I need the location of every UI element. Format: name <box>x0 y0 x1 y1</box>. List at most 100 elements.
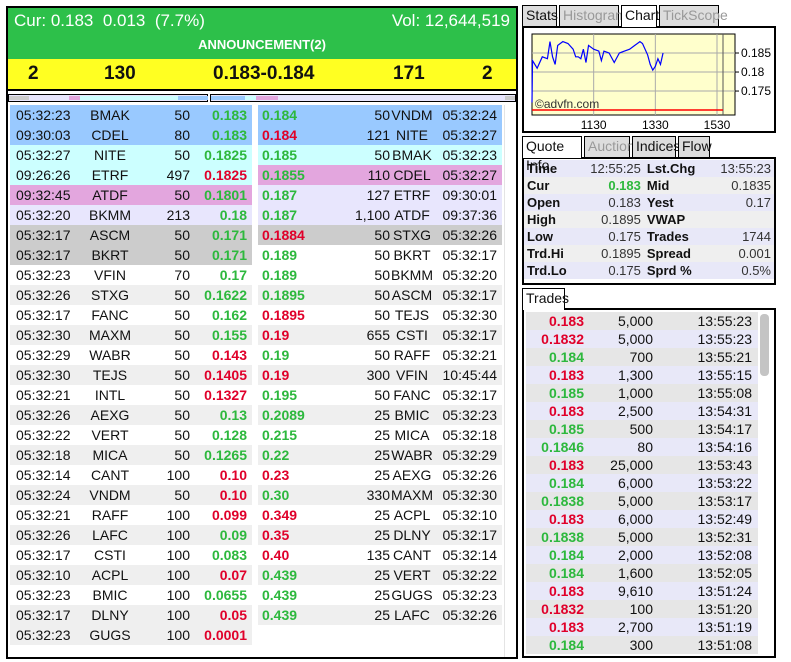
bid-row[interactable]: 05:32:17 DLNY 100 0.05 <box>10 605 252 625</box>
bid-row[interactable]: 05:32:30 MAXM 50 0.155 <box>10 325 252 345</box>
tab-histogram[interactable]: Histogram <box>559 5 627 26</box>
quote-value: 0.1835 <box>731 178 771 193</box>
trade-row[interactable]: 0.1846 80 13:54:16 <box>526 438 758 456</box>
bid-row[interactable]: 05:32:30 TEJS 50 0.1405 <box>10 365 252 385</box>
ask-row[interactable]: 0.439 25 LAFC 05:32:26 <box>258 605 502 625</box>
bid-volume: 100 <box>166 627 190 643</box>
ask-row[interactable]: 0.189 50 BKMM 05:32:20 <box>258 265 502 285</box>
bid-row[interactable]: 05:32:23 BMAK 50 0.183 <box>10 105 252 125</box>
trade-row[interactable]: 0.184 2,000 13:52:08 <box>526 546 758 564</box>
trade-row[interactable]: 0.183 1,300 13:55:15 <box>526 366 758 384</box>
ask-row[interactable]: 0.19 50 RAFF 05:32:21 <box>258 345 502 365</box>
ask-row[interactable]: 0.189 50 BKRT 05:32:17 <box>258 245 502 265</box>
bid-row[interactable]: 05:32:17 ASCM 50 0.171 <box>10 225 252 245</box>
bid-row[interactable]: 09:30:03 CDEL 80 0.183 <box>10 125 252 145</box>
ask-price: 0.19 <box>262 367 290 383</box>
bid-row[interactable]: 05:32:26 LAFC 100 0.09 <box>10 525 252 545</box>
trade-price: 0.183 <box>548 457 584 473</box>
bid-row[interactable]: 05:32:21 RAFF 100 0.099 <box>10 505 252 525</box>
trade-row[interactable]: 0.184 6,000 13:53:22 <box>526 474 758 492</box>
bid-volume: 497 <box>166 167 190 183</box>
trade-row[interactable]: 0.183 9,610 13:51:24 <box>526 582 758 600</box>
trade-row[interactable]: 0.184 300 13:51:08 <box>526 636 758 654</box>
bid-broker: NITE <box>94 147 126 163</box>
trade-row[interactable]: 0.183 5,000 13:55:23 <box>526 312 758 330</box>
ask-row[interactable]: 0.30 330 MAXM 05:32:30 <box>258 485 502 505</box>
bid-row[interactable]: 05:32:18 MICA 50 0.1265 <box>10 445 252 465</box>
bid-row[interactable]: 05:32:22 VERT 50 0.128 <box>10 425 252 445</box>
trade-row[interactable]: 0.183 25,000 13:53:43 <box>526 456 758 474</box>
ask-row[interactable]: 0.2089 25 BMIC 05:32:23 <box>258 405 502 425</box>
ask-row[interactable]: 0.215 25 MICA 05:32:18 <box>258 425 502 445</box>
ask-row[interactable]: 0.195 50 FANC 05:32:17 <box>258 385 502 405</box>
tab-flow[interactable]: Flow <box>678 136 712 157</box>
bid-row[interactable]: 05:32:26 STXG 50 0.1622 <box>10 285 252 305</box>
ask-row[interactable]: 0.19 655 CSTI 05:32:17 <box>258 325 502 345</box>
bid-row[interactable]: 05:32:23 VFIN 70 0.17 <box>10 265 252 285</box>
tab-indices[interactable]: Indices <box>632 136 680 157</box>
bid-price: 0.05 <box>219 607 247 623</box>
tab-stats[interactable]: Stats <box>522 5 558 26</box>
bid-row[interactable]: 05:32:14 CANT 100 0.10 <box>10 465 252 485</box>
ask-time: 05:32:18 <box>442 427 498 443</box>
tab-chart[interactable]: Chart <box>621 5 659 27</box>
ask-row[interactable]: 0.35 25 DLNY 05:32:17 <box>258 525 502 545</box>
trade-row[interactable]: 0.183 2,500 13:54:31 <box>526 402 758 420</box>
tab-auction[interactable]: Auction <box>584 136 635 157</box>
ask-row[interactable]: 0.349 25 ACPL 05:32:10 <box>258 505 502 525</box>
trade-row[interactable]: 0.1832 5,000 13:55:23 <box>526 330 758 348</box>
tab-tickscope[interactable]: TickScope <box>659 5 728 26</box>
trade-row[interactable]: 0.1838 5,000 13:52:31 <box>526 528 758 546</box>
ask-row[interactable]: 0.1855 110 CDEL 05:32:27 <box>258 165 502 185</box>
bid-row[interactable]: 09:32:45 ATDF 50 0.1801 <box>10 185 252 205</box>
ask-row[interactable]: 0.1895 50 TEJS 05:32:30 <box>258 305 502 325</box>
ask-row[interactable]: 0.1895 50 ASCM 05:32:17 <box>258 285 502 305</box>
announcement-link[interactable]: ANNOUNCEMENT(2) <box>8 37 516 52</box>
ask-broker: GUGS <box>391 587 433 603</box>
bid-row[interactable]: 05:32:26 AEXG 50 0.13 <box>10 405 252 425</box>
ask-row[interactable]: 0.19 300 VFIN 10:45:44 <box>258 365 502 385</box>
bid-broker: VFIN <box>94 267 126 283</box>
trade-row[interactable]: 0.183 2,700 13:51:19 <box>526 618 758 636</box>
trade-row[interactable]: 0.185 1,000 13:55:08 <box>526 384 758 402</box>
ask-row[interactable]: 0.184 50 VNDM 05:32:24 <box>258 105 502 125</box>
trade-row[interactable]: 0.1838 5,000 13:53:17 <box>526 492 758 510</box>
ask-row[interactable]: 0.22 25 WABR 05:32:29 <box>258 445 502 465</box>
bid-row[interactable]: 05:32:10 ACPL 100 0.07 <box>10 565 252 585</box>
bid-time: 05:32:10 <box>16 567 71 583</box>
trade-row[interactable]: 0.184 700 13:55:21 <box>526 348 758 366</box>
ask-row[interactable]: 0.1884 50 STXG 05:32:26 <box>258 225 502 245</box>
bid-row[interactable]: 05:32:17 BKRT 50 0.171 <box>10 245 252 265</box>
ask-row[interactable]: 0.187 1,100 ATDF 09:37:36 <box>258 205 502 225</box>
bid-row[interactable]: 05:32:23 BMIC 100 0.0655 <box>10 585 252 605</box>
bid-row[interactable]: 05:32:17 CSTI 100 0.083 <box>10 545 252 565</box>
ask-row[interactable]: 0.40 135 CANT 05:32:14 <box>258 545 502 565</box>
ask-row[interactable]: 0.439 25 VERT 05:32:22 <box>258 565 502 585</box>
ask-row[interactable]: 0.187 127 ETRF 09:30:01 <box>258 185 502 205</box>
quote-info-panel: Time12:55:25Lst.Chg13:55:23Cur0.183Mid0.… <box>522 157 776 285</box>
bid-row[interactable]: 05:32:27 NITE 50 0.1825 <box>10 145 252 165</box>
book-scrollbar[interactable] <box>504 105 516 657</box>
ask-price: 0.439 <box>262 567 298 583</box>
bid-row[interactable]: 05:32:20 BKMM 213 0.18 <box>10 205 252 225</box>
quote-value: 0.183 <box>608 195 641 210</box>
bid-row[interactable]: 05:32:23 GUGS 100 0.0001 <box>10 625 252 645</box>
tab-trades[interactable]: Trades <box>522 288 569 310</box>
bid-row[interactable]: 05:32:29 WABR 50 0.143 <box>10 345 252 365</box>
ask-row[interactable]: 0.184 121 NITE 05:32:27 <box>258 125 502 145</box>
ask-row[interactable]: 0.185 50 BMAK 05:32:23 <box>258 145 502 165</box>
bid-row[interactable]: 05:32:24 VNDM 50 0.10 <box>10 485 252 505</box>
trade-row[interactable]: 0.185 500 13:54:17 <box>526 420 758 438</box>
ask-row[interactable]: 0.439 25 GUGS 05:32:23 <box>258 585 502 605</box>
bid-time: 05:32:29 <box>16 347 71 363</box>
tab-quote-info[interactable]: Quote Info <box>522 136 582 173</box>
trade-row[interactable]: 0.183 6,000 13:52:49 <box>526 510 758 528</box>
bid-row[interactable]: 09:26:26 ETRF 497 0.1825 <box>10 165 252 185</box>
trades-scrollbar-thumb[interactable] <box>760 314 769 376</box>
ask-row[interactable]: 0.23 25 AEXG 05:32:26 <box>258 465 502 485</box>
bid-row[interactable]: 05:32:21 INTL 50 0.1327 <box>10 385 252 405</box>
ask-broker: ATDF <box>394 207 430 223</box>
trade-row[interactable]: 0.184 1,600 13:52:05 <box>526 564 758 582</box>
bid-row[interactable]: 05:32:17 FANC 50 0.162 <box>10 305 252 325</box>
trade-row[interactable]: 0.1832 100 13:51:20 <box>526 600 758 618</box>
